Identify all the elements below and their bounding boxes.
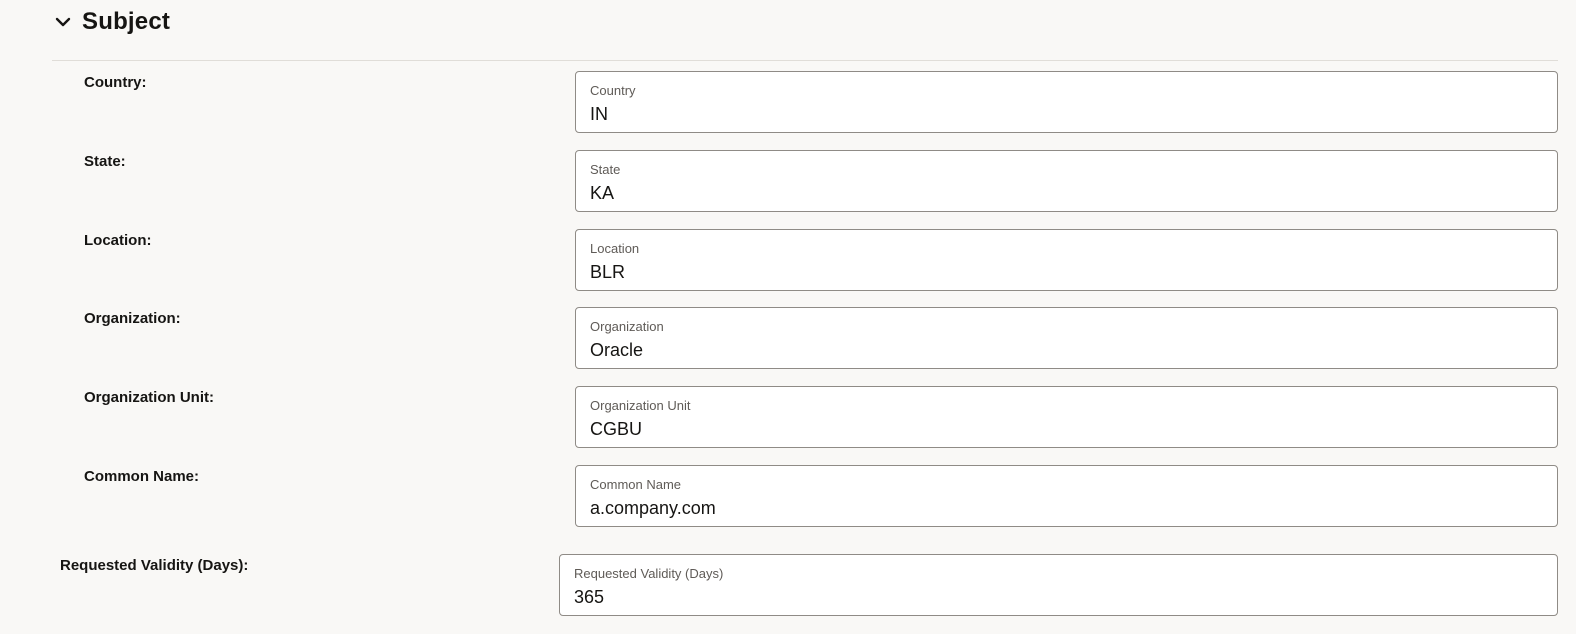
organization-row-label: Organization:: [84, 310, 181, 327]
state-field-label: State: [590, 162, 621, 177]
state-field[interactable]: State: [575, 150, 1558, 212]
requested-validity-field[interactable]: Requested Validity (Days): [559, 554, 1558, 616]
location-input[interactable]: [590, 260, 1545, 284]
location-field-label: Location: [590, 241, 640, 256]
section-divider: [52, 60, 1558, 61]
location-field[interactable]: Location: [575, 229, 1558, 291]
organization-unit-input[interactable]: [590, 417, 1545, 441]
organization-input[interactable]: [590, 338, 1545, 362]
organization-field[interactable]: Organization: [575, 307, 1558, 369]
common-name-input[interactable]: [590, 496, 1545, 520]
organization-field-label: Organization: [590, 319, 664, 334]
requested-validity-field-label: Requested Validity (Days): [574, 566, 724, 581]
common-name-field-label: Common Name: [590, 477, 682, 492]
requested-validity-row-label: Requested Validity (Days):: [60, 557, 249, 574]
common-name-field[interactable]: Common Name: [575, 465, 1558, 527]
state-row-label: State:: [84, 153, 126, 170]
country-field-label: Country: [590, 83, 636, 98]
requested-validity-input[interactable]: [574, 585, 1545, 609]
country-input[interactable]: [590, 102, 1545, 126]
country-field[interactable]: Country: [575, 71, 1558, 133]
chevron-down-icon[interactable]: [52, 11, 74, 33]
state-input[interactable]: [590, 181, 1545, 205]
section-header-subject[interactable]: Subject: [52, 8, 170, 36]
common-name-row-label: Common Name:: [84, 468, 200, 485]
organization-unit-row-label: Organization Unit:: [84, 389, 214, 406]
section-title: Subject: [82, 8, 171, 35]
country-row-label: Country:: [84, 74, 147, 91]
location-row-label: Location:: [84, 232, 152, 249]
organization-unit-field[interactable]: Organization Unit: [575, 386, 1558, 448]
organization-unit-field-label: Organization Unit: [590, 398, 691, 413]
